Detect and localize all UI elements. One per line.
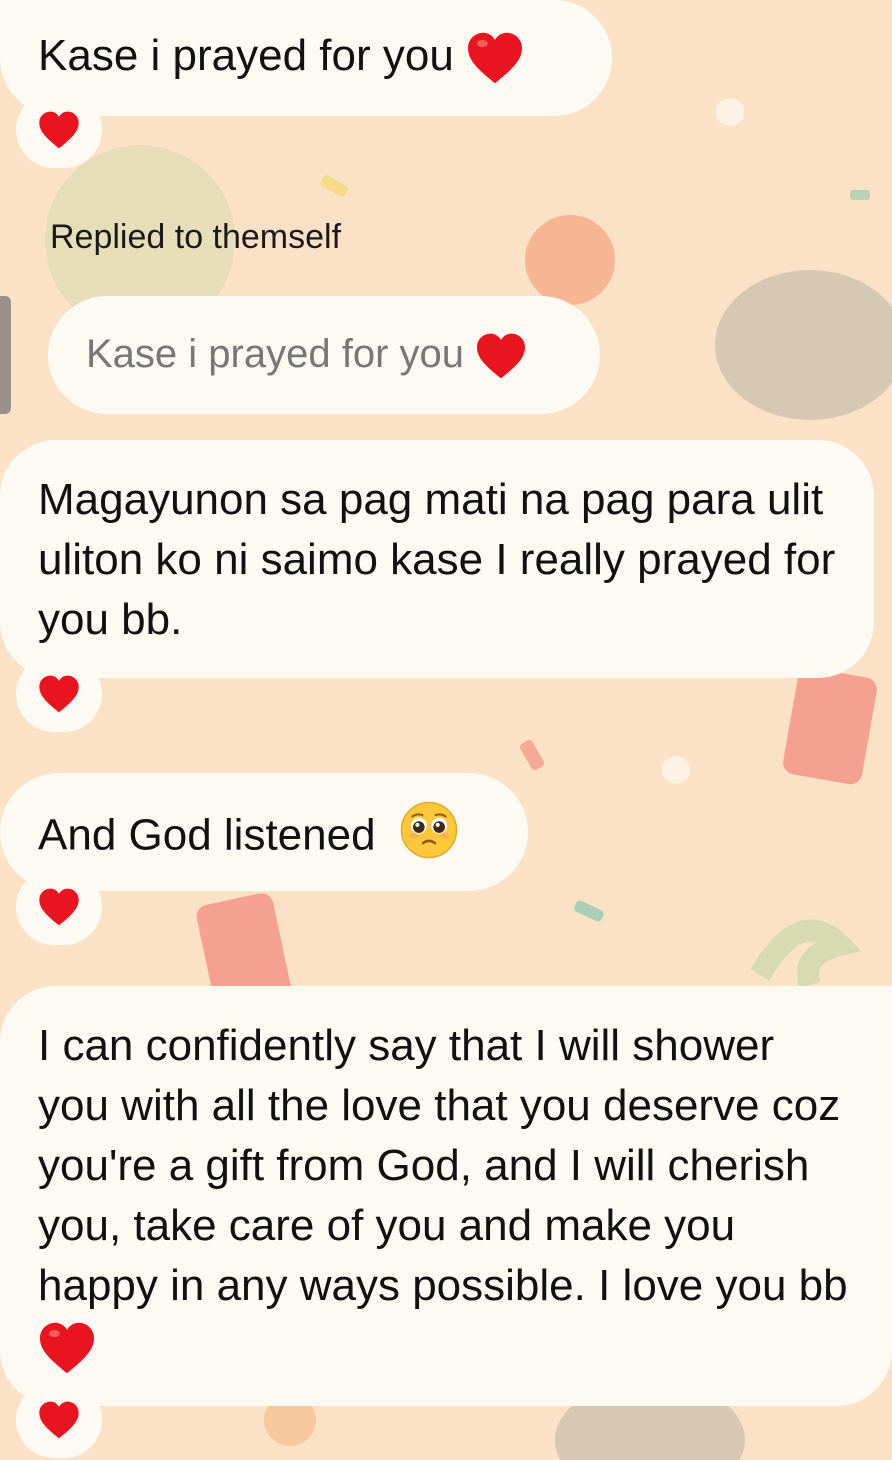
quoted-message-text: Kase i prayed for you	[86, 332, 464, 376]
heart-icon	[39, 675, 79, 713]
reply-label: Replied to themself	[50, 218, 342, 256]
scrollbar[interactable]	[0, 296, 11, 414]
heart-icon	[39, 1401, 79, 1439]
message-text-2: Magayunon sa pag mati na pag para ulit u…	[38, 475, 836, 644]
reaction-badge-1[interactable]	[16, 92, 102, 168]
message-bubble-2[interactable]: Magayunon sa pag mati na pag para ulit u…	[0, 440, 874, 678]
message-text-3: And God listened	[38, 810, 376, 860]
heart-icon	[475, 332, 527, 379]
quoted-message[interactable]: Kase i prayed for you	[48, 296, 600, 414]
pleading-face-icon	[400, 801, 458, 875]
message-bubble-1[interactable]: Kase i prayed for you	[0, 0, 612, 116]
message-bubble-4[interactable]: I can confidently say that I will shower…	[0, 986, 892, 1406]
heart-icon	[39, 111, 79, 149]
heart-icon	[38, 1321, 96, 1374]
reaction-badge-3[interactable]	[16, 869, 102, 945]
message-text-4: I can confidently say that I will shower…	[38, 1021, 848, 1310]
message-text-1: Kase i prayed for you	[38, 31, 454, 80]
reaction-badge-2[interactable]	[16, 656, 102, 732]
heart-icon	[466, 31, 524, 84]
heart-icon	[39, 888, 79, 926]
reaction-badge-4[interactable]	[16, 1382, 102, 1458]
